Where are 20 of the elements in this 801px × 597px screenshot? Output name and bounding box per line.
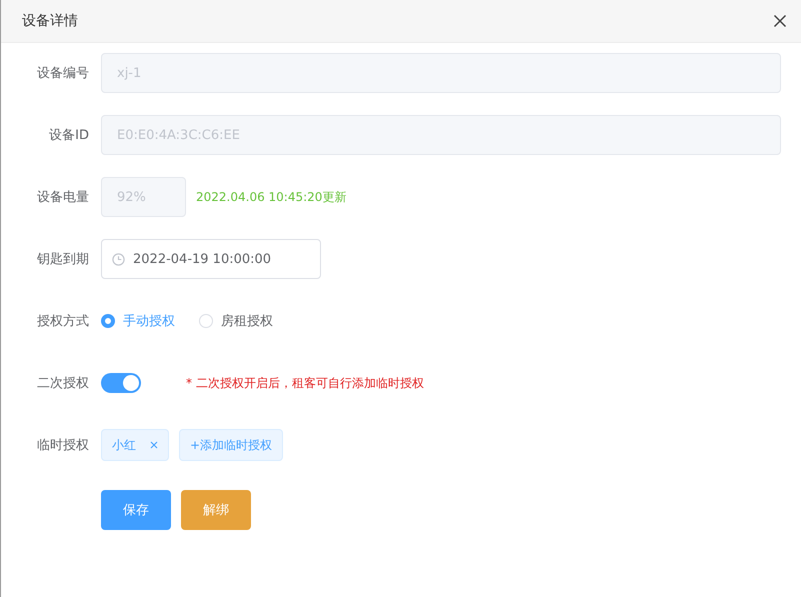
toggle-switch[interactable] [101, 373, 141, 393]
tag: 小红 [101, 429, 169, 461]
field-label: 钥匙到期 [36, 251, 90, 268]
field-label: 设备ID [48, 127, 90, 144]
field-label: 二次授权 [36, 375, 90, 392]
add-button[interactable]: +添加临时授权 [179, 429, 284, 461]
clock-icon [112, 252, 125, 266]
field-label: 授权方式 [36, 313, 90, 330]
field-label: 临时授权 [36, 437, 90, 454]
hint-text: * 二次授权开启后，租客可自行添加临时授权 [186, 374, 424, 392]
save-button[interactable]: 保存 [101, 490, 171, 530]
close-icon[interactable] [773, 14, 787, 28]
dialog-title: 设备详情 [22, 12, 78, 30]
field-label: 设备电量 [36, 189, 90, 206]
update-time: 2022.04.06 10:45:20更新 [196, 188, 346, 206]
date-time-field[interactable]: 2022-04-19 10:00:00 [101, 239, 321, 279]
radio-option[interactable]: 房租授权 [199, 312, 273, 330]
field-label: 设备编号 [36, 65, 90, 82]
radio-option[interactable]: 手动授权 [101, 312, 175, 330]
unbind-button[interactable]: 解绑 [181, 490, 251, 530]
